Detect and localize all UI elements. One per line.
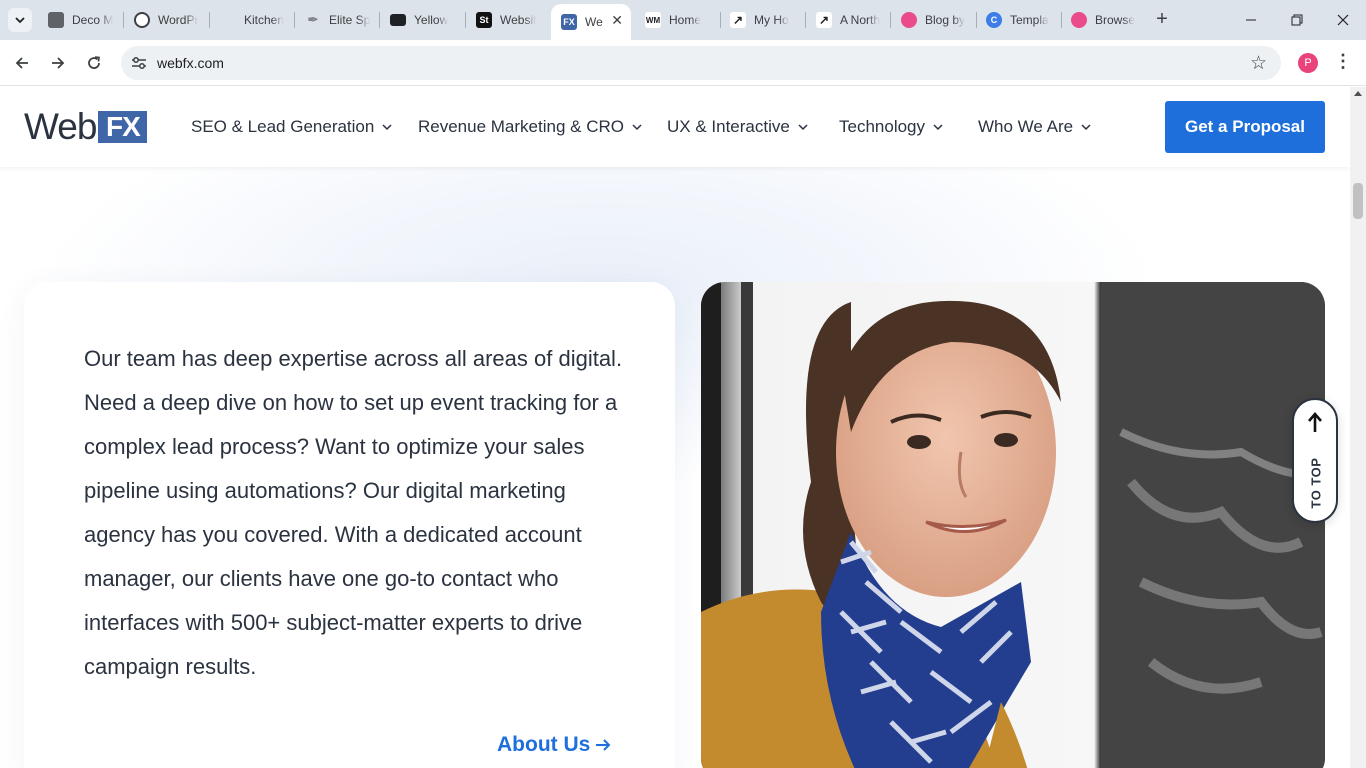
url-text[interactable]: webfx.com: [157, 55, 224, 71]
logo-wordmark: Web: [24, 106, 97, 147]
expertise-paragraph: Our team has deep expertise across all a…: [84, 346, 623, 679]
nav-label: Who We Are: [978, 117, 1074, 136]
arrow-left-icon: [15, 57, 28, 69]
browser-tab-active[interactable]: FX We ✕: [551, 4, 631, 40]
browser-tab[interactable]: Yellow: [380, 6, 464, 34]
dribbble-icon: [901, 12, 917, 28]
browser-toolbar: webfx.com ☆ P ⋮: [0, 40, 1366, 86]
profile-avatar[interactable]: P: [1298, 53, 1318, 73]
nav-technology[interactable]: Technology: [839, 117, 943, 137]
tab-title: WordPr: [158, 13, 199, 27]
tab-title: Templa: [1010, 13, 1049, 27]
browser-tab[interactable]: WordPr: [124, 6, 208, 34]
link-icon: ↗: [816, 12, 832, 28]
chevron-down-icon: [1081, 124, 1091, 131]
arrow-up-icon: [1308, 412, 1322, 432]
restore-button[interactable]: [1274, 0, 1320, 40]
new-tab-button[interactable]: +: [1150, 8, 1174, 32]
reload-icon: [88, 56, 100, 69]
feather-icon: ✒: [307, 12, 319, 27]
browser-tab[interactable]: Kitchen: [210, 6, 294, 34]
forward-button[interactable]: [43, 48, 73, 78]
chevron-down-icon: [382, 124, 392, 131]
tab-title: Deco M: [72, 13, 114, 27]
yellow-logo-icon: [390, 14, 406, 26]
browser-tab[interactable]: ✒ Elite Sp: [295, 6, 379, 34]
reload-button[interactable]: [79, 48, 109, 78]
blank-page-icon: [220, 12, 236, 28]
webfx-logo[interactable]: Web FX: [24, 106, 148, 147]
address-bar[interactable]: webfx.com ☆: [121, 46, 1281, 80]
webfx-icon: FX: [561, 14, 577, 30]
tab-title: Blog by: [925, 13, 966, 27]
woman-portrait-image: [701, 282, 1325, 768]
chevron-down-icon: [933, 124, 943, 131]
tab-title: Kitchen: [244, 13, 285, 27]
web-page: Web FX SEO & Lead Generation Revenue Mar…: [0, 87, 1350, 768]
scrollbar-thumb[interactable]: [1353, 183, 1363, 219]
bookmark-star-icon[interactable]: ☆: [1250, 52, 1267, 75]
deco-icon: [48, 12, 64, 28]
nav-revenue-marketing-cro[interactable]: Revenue Marketing & CRO: [418, 117, 642, 137]
team-member-photo: [701, 282, 1325, 768]
minimize-button[interactable]: [1228, 0, 1274, 40]
wordpress-icon: [134, 12, 150, 28]
browser-tab[interactable]: Blog by: [891, 6, 975, 34]
logo-badge: FX: [98, 111, 148, 143]
wm-icon: WM: [645, 12, 661, 28]
nav-seo-lead-generation[interactable]: SEO & Lead Generation: [191, 117, 392, 137]
nav-label: Technology: [839, 117, 926, 136]
chevron-down-icon: [798, 124, 808, 131]
nav-who-we-are[interactable]: Who We Are: [978, 117, 1091, 137]
browser-tab[interactable]: St Websit: [466, 6, 550, 34]
browser-tab[interactable]: ↗ My Ho: [720, 6, 804, 34]
nav-ux-interactive[interactable]: UX & Interactive: [667, 117, 808, 137]
chevron-down-icon: [632, 124, 642, 131]
browser-tab[interactable]: Deco M: [38, 6, 122, 34]
minimize-icon: [1246, 19, 1256, 21]
browser-tab-bar: Deco M WordPr Kitchen ✒ Elite Sp Yellow …: [0, 0, 1366, 40]
tab-title: Websit: [500, 13, 537, 27]
tab-title: We: [585, 15, 603, 29]
st-icon: St: [476, 12, 492, 28]
nav-label: UX & Interactive: [667, 117, 790, 136]
to-top-label: TO TOP: [1308, 457, 1324, 509]
tab-search-button[interactable]: [8, 8, 32, 32]
page-scrollbar[interactable]: [1350, 87, 1366, 768]
canva-icon: C: [986, 12, 1002, 28]
close-icon: [1337, 14, 1349, 26]
tab-title: A North: [840, 13, 881, 27]
tab-title: Yellow: [414, 13, 449, 27]
about-us-link[interactable]: About Us: [497, 733, 612, 757]
browser-tab[interactable]: ↗ A North: [806, 6, 890, 34]
restore-icon: [1291, 14, 1303, 26]
site-info-icon[interactable]: [129, 53, 149, 73]
dribbble-icon: [1071, 12, 1087, 28]
close-window-button[interactable]: [1320, 0, 1366, 40]
browser-tab[interactable]: WM Home: [635, 6, 719, 34]
link-icon: ↗: [730, 12, 746, 28]
scroll-up-arrow-icon[interactable]: [1354, 91, 1362, 96]
get-a-proposal-button[interactable]: Get a Proposal: [1165, 101, 1325, 153]
site-header: Web FX SEO & Lead Generation Revenue Mar…: [0, 87, 1350, 167]
to-top-button[interactable]: TO TOP: [1292, 398, 1338, 523]
chevron-down-icon: [15, 17, 25, 24]
back-button[interactable]: [7, 48, 37, 78]
close-icon[interactable]: ✕: [611, 12, 623, 29]
tab-title: Browse: [1095, 13, 1136, 27]
browser-tab[interactable]: C Templa: [976, 6, 1060, 34]
arrow-right-icon: [52, 57, 65, 69]
browser-menu-icon[interactable]: ⋮: [1334, 51, 1352, 72]
expertise-card: Our team has deep expertise across all a…: [24, 282, 675, 768]
tab-title: Home: [669, 13, 702, 27]
nav-label: Revenue Marketing & CRO: [418, 117, 624, 136]
about-us-label: About Us: [497, 733, 591, 756]
nav-label: SEO & Lead Generation: [191, 117, 375, 136]
tab-title: My Ho: [754, 13, 789, 27]
arrow-right-icon: [596, 739, 611, 751]
browser-tab[interactable]: Browse: [1061, 6, 1145, 34]
tab-title: Elite Sp: [329, 13, 371, 27]
